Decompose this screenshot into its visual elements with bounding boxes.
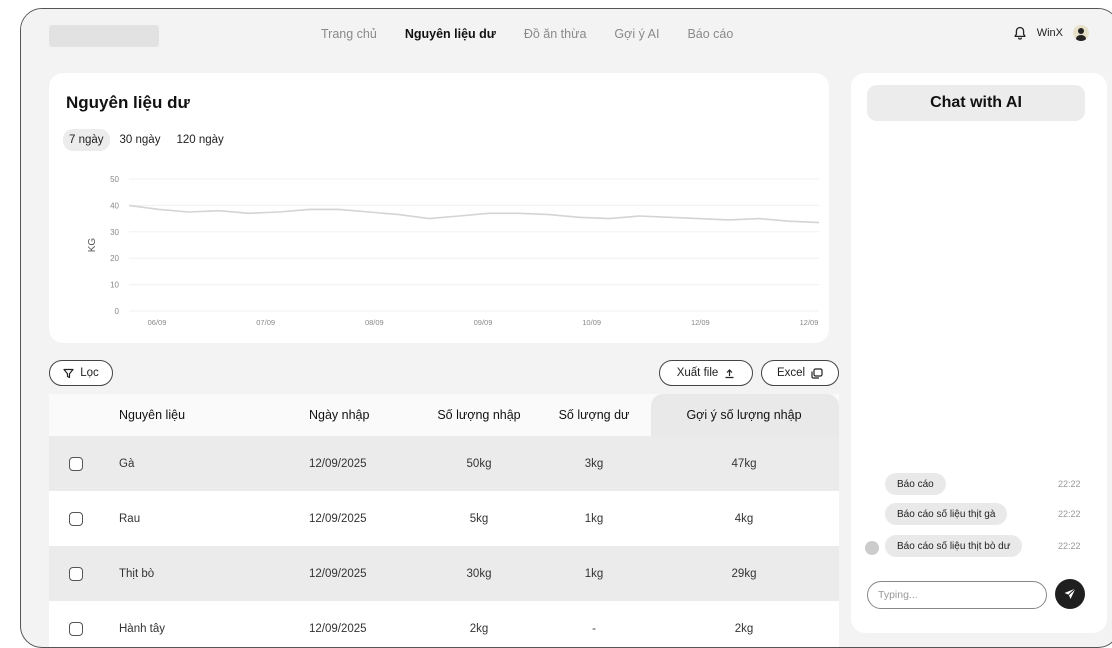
nav-item-leftover-ingredients[interactable]: Nguyên liệu dư — [405, 27, 496, 41]
page-title: Nguyên liệu dư — [66, 93, 190, 112]
range-30-days[interactable]: 30 ngày — [114, 129, 167, 151]
bell-icon[interactable] — [1013, 26, 1027, 40]
cell-ingredient: Gà — [119, 457, 135, 470]
main-nav: Trang chủ Nguyên liệu dư Đồ ăn thừa Gợi … — [321, 27, 761, 41]
range-7-days[interactable]: 7 ngày — [63, 129, 110, 151]
header-suggested-qty[interactable]: Gợi ý số lượng nhập — [649, 408, 839, 422]
x-tick-label: 12/09 — [800, 318, 819, 327]
header-leftover-qty[interactable]: Số lượng dư — [539, 408, 649, 422]
app-logo[interactable] — [49, 25, 159, 47]
chat-message: Báo cáo số liệu thịt bò dư — [885, 535, 1023, 557]
cell-import-qty: 5kg — [469, 512, 489, 525]
cell-ingredient: Thịt bò — [119, 567, 155, 580]
nav-item-leftover-food[interactable]: Đồ ăn thừa — [524, 27, 587, 41]
time-range-selector: 7 ngày 30 ngày 120 ngày — [63, 129, 230, 151]
cell-import-date: 12/09/2025 — [309, 457, 367, 470]
cell-import-date: 12/09/2025 — [309, 512, 367, 525]
chat-message: Báo cáo — [885, 473, 946, 495]
x-tick-label: 10/09 — [582, 318, 601, 327]
table-header: Nguyên liệu Ngày nhập Số lượng nhập Số l… — [49, 394, 839, 436]
y-tick-label: 10 — [110, 281, 119, 290]
chat-message: Báo cáo số liệu thịt gà — [885, 503, 1008, 525]
app-frame: Trang chủ Nguyên liệu dư Đồ ăn thừa Gợi … — [20, 8, 1112, 648]
bot-avatar — [865, 541, 879, 555]
y-tick-label: 0 — [115, 307, 120, 316]
y-tick-label: 40 — [110, 201, 119, 210]
cell-ingredient: Rau — [119, 512, 141, 525]
nav-item-ai-suggestions[interactable]: Gợi ý AI — [614, 27, 659, 41]
row-checkbox[interactable] — [69, 511, 83, 526]
nav-item-home[interactable]: Trang chủ — [321, 27, 377, 41]
cell-suggested-qty: 4kg — [734, 512, 754, 525]
export-label: Xuất file — [676, 367, 719, 379]
table-row[interactable]: Thịt bò 12/09/2025 30kg 1kg 29kg — [49, 546, 839, 601]
y-axis-label: KG — [87, 238, 98, 253]
send-button[interactable] — [1055, 579, 1085, 609]
header-import-date[interactable]: Ngày nhập — [309, 408, 419, 422]
row-checkbox[interactable] — [69, 566, 83, 581]
y-tick-label: 50 — [110, 175, 119, 184]
x-tick-label: 12/09 — [691, 318, 710, 327]
excel-label: Excel — [776, 367, 806, 379]
user-avatar[interactable] — [1073, 25, 1089, 41]
chat-message-time: 22:22 — [1058, 509, 1081, 519]
row-checkbox[interactable] — [69, 456, 83, 471]
upload-icon — [725, 368, 734, 378]
x-tick-label: 06/09 — [148, 318, 167, 327]
send-icon — [1064, 588, 1076, 599]
user-area: WinX — [1013, 25, 1089, 41]
leftover-ingredients-chart: KG 0 10 20 30 40 50 06/09 07/09 08/09 09/09 10/09 12… — [87, 175, 820, 327]
export-file-button[interactable]: Xuất file — [659, 360, 753, 386]
filter-button[interactable]: Lọc — [49, 360, 113, 386]
cell-import-date: 12/09/2025 — [309, 567, 367, 580]
cell-leftover-qty: 1kg — [584, 567, 604, 580]
chat-message-time: 22:22 — [1058, 541, 1081, 551]
ingredients-table: Nguyên liệu Ngày nhập Số lượng nhập Số l… — [49, 394, 839, 647]
range-120-days[interactable]: 120 ngày — [170, 129, 229, 151]
table-row[interactable]: Hành tây 12/09/2025 2kg - 2kg — [49, 601, 839, 647]
cell-import-qty: 30kg — [466, 567, 492, 580]
user-name[interactable]: WinX — [1037, 27, 1063, 39]
chat-message-time: 22:22 — [1058, 479, 1081, 489]
filter-label: Lọc — [80, 367, 99, 379]
chart-card: Nguyên liệu dư 7 ngày 30 ngày 120 ngày K… — [49, 73, 829, 343]
table-row[interactable]: Rau 12/09/2025 5kg 1kg 4kg — [49, 491, 839, 546]
cell-leftover-qty: 1kg — [584, 512, 604, 525]
top-nav-bar: Trang chủ Nguyên liệu dư Đồ ăn thừa Gợi … — [21, 9, 1112, 61]
series-line — [128, 204, 820, 224]
chat-input[interactable] — [867, 581, 1047, 609]
header-ingredient[interactable]: Nguyên liệu — [119, 408, 309, 422]
filter-icon — [63, 368, 74, 378]
ai-chat-panel: Chat with AI Báo cáo 22:22 Báo cáo số li… — [851, 73, 1107, 633]
y-tick-label: 20 — [110, 254, 119, 263]
y-tick-label: 30 — [110, 228, 119, 237]
x-tick-label: 09/09 — [474, 318, 493, 327]
chat-title: Chat with AI — [867, 85, 1085, 121]
header-import-qty[interactable]: Số lượng nhập — [419, 408, 539, 422]
copy-icon — [811, 367, 823, 379]
x-tick-label: 08/09 — [365, 318, 384, 327]
excel-button[interactable]: Excel — [761, 360, 839, 386]
nav-item-reports[interactable]: Báo cáo — [687, 27, 733, 41]
cell-suggested-qty: 47kg — [731, 457, 757, 470]
cell-leftover-qty: 3kg — [584, 457, 604, 470]
x-tick-label: 07/09 — [256, 318, 275, 327]
table-row[interactable]: Gà 12/09/2025 50kg 3kg 47kg — [49, 436, 839, 491]
cell-suggested-qty: 29kg — [731, 567, 757, 580]
cell-import-qty: 50kg — [466, 457, 492, 470]
